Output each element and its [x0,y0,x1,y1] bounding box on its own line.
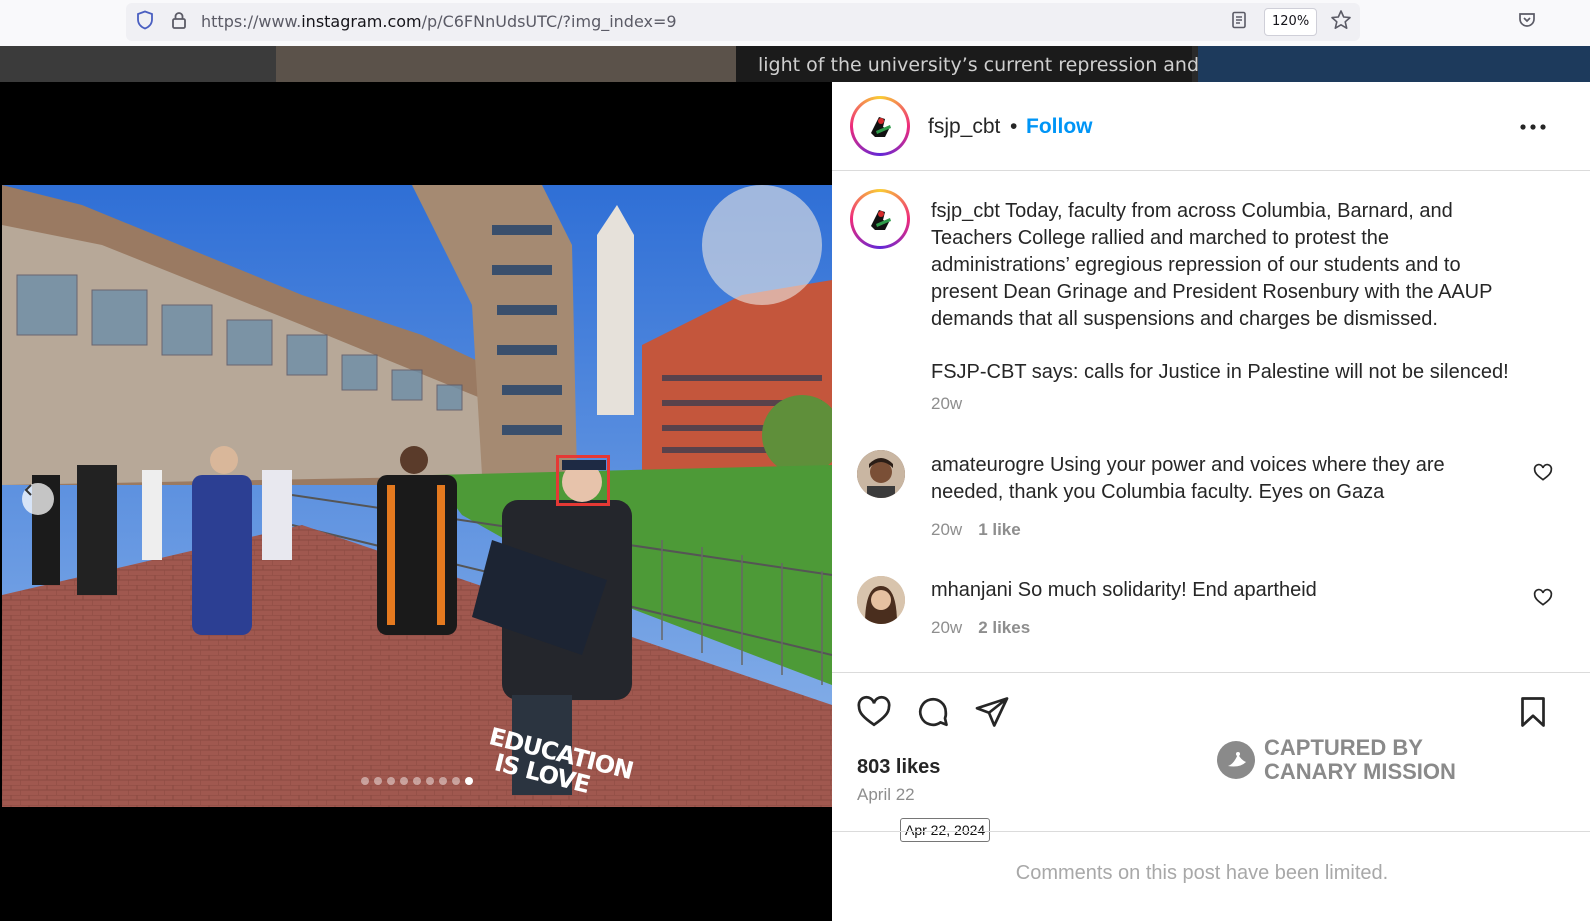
post-date[interactable]: April 22 [857,785,915,805]
comment-1: amateurogre Using your power and voices … [931,452,1521,506]
canary-mission-watermark: CAPTURED BY CANARY MISSION [1216,736,1456,784]
highlight-box [556,455,610,506]
background-thumbnail [1198,46,1590,82]
separator-dot: • [1010,115,1018,138]
post-caption: fsjp_cbt Today, faculty from across Colu… [931,198,1531,386]
fist-logo-icon [871,117,891,137]
comment-2: mhanjani So much solidarity! End aparthe… [931,577,1521,604]
profile-photo [857,450,905,498]
share-button[interactable] [974,694,1010,730]
comment-time[interactable]: 20w [931,520,962,539]
post-details-panel: fsjp_cbt • Follow fsjp_cbt Today, facult… [832,82,1590,921]
follow-button[interactable]: Follow [1026,115,1093,139]
pocket-icon[interactable] [1516,9,1538,31]
reader-view-icon[interactable] [1228,9,1250,31]
divider [832,831,1590,832]
like-comment-button[interactable] [1533,588,1553,608]
author-username[interactable]: fsjp_cbt [928,115,1000,139]
divider [832,170,1590,171]
like-comment-button[interactable] [1533,463,1553,483]
likes-count[interactable]: 803 likes [857,756,940,779]
shield-icon[interactable] [134,9,156,31]
caption-username[interactable]: fsjp_cbt [931,200,1000,222]
url-path: /p/C6FNnUdsUTC/?img_index=9 [421,12,677,31]
comment-likes[interactable]: 1 like [978,520,1021,539]
url-prefix: https://www. [201,12,302,31]
url-text[interactable]: https://www.instagram.com/p/C6FNnUdsUTC/… [201,12,677,31]
carousel-dot [426,777,434,785]
caption-author-avatar[interactable] [850,189,910,249]
comment-icon [918,697,948,727]
comment-button[interactable] [915,694,951,730]
commenter-avatar[interactable] [857,450,905,498]
browser-toolbar: https://www.instagram.com/p/C6FNnUdsUTC/… [0,0,1590,47]
photo-scene [2,185,832,807]
bookmark-icon [1521,697,1545,727]
like-button[interactable] [856,694,892,730]
date-tooltip: Apr 22, 2024 [900,818,991,842]
watermark-line-2: CANARY MISSION [1264,759,1456,784]
background-thumbnail [0,46,276,82]
comment-username[interactable]: amateurogre [931,454,1044,476]
background-text: light of the university’s current repres… [758,54,1200,76]
carousel-dot [374,777,382,785]
post-media-viewer: EDUCATION IS LOVE [2,82,832,921]
fist-logo-icon [871,210,891,230]
comment-meta: 20w 1 like [931,520,1021,540]
carousel-dot [400,777,408,785]
background-page: light of the university’s current repres… [0,46,1590,82]
more-icon [1520,124,1546,130]
comment-time[interactable]: 20w [931,618,962,637]
carousel-dot-active [465,777,473,785]
caption-timestamp[interactable]: 20w [931,394,962,414]
carousel-indicator [2,777,832,785]
carousel-dot [439,777,447,785]
comments-limited-notice: Comments on this post have been limited. [1015,862,1389,884]
post-photo[interactable]: EDUCATION IS LOVE [2,185,832,807]
comment-body: So much solidarity! End apartheid [1017,579,1317,601]
caption-paragraph-2: FSJP-CBT says: calls for Justice in Pale… [931,361,1509,383]
bookmark-star-icon[interactable] [1330,9,1352,31]
profile-photo [857,576,905,624]
comment-meta: 20w 2 likes [931,618,1030,638]
canary-logo-icon [1217,741,1255,779]
carousel-dot [387,777,395,785]
chevron-left-icon [24,484,32,496]
background-thumbnail [276,46,736,82]
heart-icon [1533,463,1553,481]
comment-username[interactable]: mhanjani [931,579,1012,601]
previous-image-button[interactable] [22,483,54,515]
heart-icon [1533,588,1553,606]
carousel-dot [413,777,421,785]
send-icon [975,697,1009,727]
more-options-button[interactable] [1518,112,1548,142]
comment-likes[interactable]: 2 likes [978,618,1030,637]
caption-paragraph-1: Today, faculty from across Columbia, Bar… [931,200,1493,330]
url-domain: instagram.com [301,12,422,31]
lock-icon[interactable] [168,9,190,31]
heart-icon [857,695,891,727]
watermark-line-1: CAPTURED BY [1264,735,1423,760]
save-button[interactable] [1515,694,1551,730]
carousel-dot [452,777,460,785]
carousel-dot [361,777,369,785]
commenter-avatar[interactable] [857,576,905,624]
divider [832,672,1590,673]
zoom-level-button[interactable]: 120% [1264,8,1318,36]
author-avatar[interactable] [850,96,910,156]
